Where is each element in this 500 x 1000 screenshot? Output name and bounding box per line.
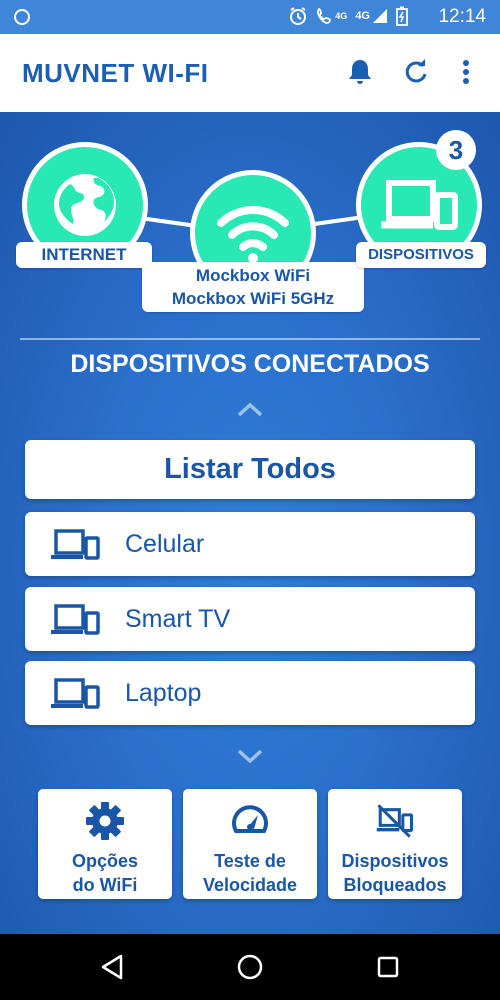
list-all-button[interactable]: Listar Todos xyxy=(25,440,475,499)
tile-label-line: Teste de xyxy=(214,851,286,871)
device-label: Celular xyxy=(125,530,205,558)
back-icon[interactable] xyxy=(98,953,126,981)
recents-icon[interactable] xyxy=(374,953,402,981)
alarm-icon xyxy=(290,7,307,25)
app-bar: MUVNET WI-FI xyxy=(0,34,500,112)
navigation-bar xyxy=(0,934,500,1000)
gear-icon xyxy=(85,801,125,841)
globe-icon xyxy=(54,174,116,236)
tile-label-line: do WiFi xyxy=(72,875,138,895)
tile-label: Teste de Velocidade xyxy=(183,849,317,897)
device-item-smart-tv[interactable]: Smart TV xyxy=(25,587,475,651)
divider xyxy=(20,338,480,340)
bell-icon[interactable] xyxy=(344,56,376,88)
tile-label-line: Velocidade xyxy=(202,875,298,895)
status-circle-icon xyxy=(14,9,30,25)
devices-icon xyxy=(51,678,100,709)
call-icon xyxy=(317,8,332,24)
speed-test-button[interactable]: Teste de Velocidade xyxy=(183,789,317,899)
main-area: INTERNET Mockbox WiFi Mockbox WiFi 5GHz … xyxy=(0,112,500,934)
wifi-icon xyxy=(217,206,289,263)
more-vert-icon[interactable] xyxy=(450,56,482,88)
section-title: DISPOSITIVOS CONECTADOS xyxy=(70,350,430,378)
devices-icon xyxy=(51,529,100,560)
tile-label: Opções do WiFi xyxy=(38,849,172,897)
signal-icon xyxy=(373,9,387,23)
chevron-up-icon[interactable] xyxy=(236,402,264,418)
wifi-network-name: Mockbox WiFi 5GHz xyxy=(171,289,335,308)
refresh-icon[interactable] xyxy=(400,56,432,88)
wifi-network-name: Mockbox WiFi xyxy=(195,266,311,285)
wifi-networks-label: Mockbox WiFi Mockbox WiFi 5GHz xyxy=(142,262,364,312)
chevron-down-icon[interactable] xyxy=(236,748,264,764)
status-bar: 4G 4G 12:14 xyxy=(0,0,500,34)
blocked-devices-button[interactable]: Dispositivos Bloqueados xyxy=(328,789,462,899)
status-time: 12:14 xyxy=(438,6,486,27)
blocked-devices-icon xyxy=(375,801,415,841)
tile-label: Dispositivos Bloqueados xyxy=(328,849,462,897)
devices-label: DISPOSITIVOS xyxy=(356,242,486,268)
network-label: 4G xyxy=(335,11,348,21)
tile-label-line: Dispositivos xyxy=(341,851,449,871)
device-label: Smart TV xyxy=(125,605,231,633)
battery-icon xyxy=(396,6,408,26)
devices-icon xyxy=(381,180,458,230)
device-item-laptop[interactable]: Laptop xyxy=(25,661,475,725)
network-label: 4G xyxy=(355,10,370,22)
status-icons: 4G 4G xyxy=(288,6,408,26)
devices-count-badge: 3 xyxy=(436,130,476,170)
app-title: MUVNET WI-FI xyxy=(22,58,209,88)
tile-label-line: Opções xyxy=(71,851,139,871)
device-label: Laptop xyxy=(125,679,202,707)
device-item-celular[interactable]: Celular xyxy=(25,512,475,576)
wifi-options-button[interactable]: Opções do WiFi xyxy=(38,789,172,899)
tile-label-line: Bloqueados xyxy=(343,875,447,895)
home-icon[interactable] xyxy=(236,953,264,981)
devices-icon xyxy=(51,604,100,635)
speedometer-icon xyxy=(230,801,270,841)
internet-label: INTERNET xyxy=(16,242,152,268)
